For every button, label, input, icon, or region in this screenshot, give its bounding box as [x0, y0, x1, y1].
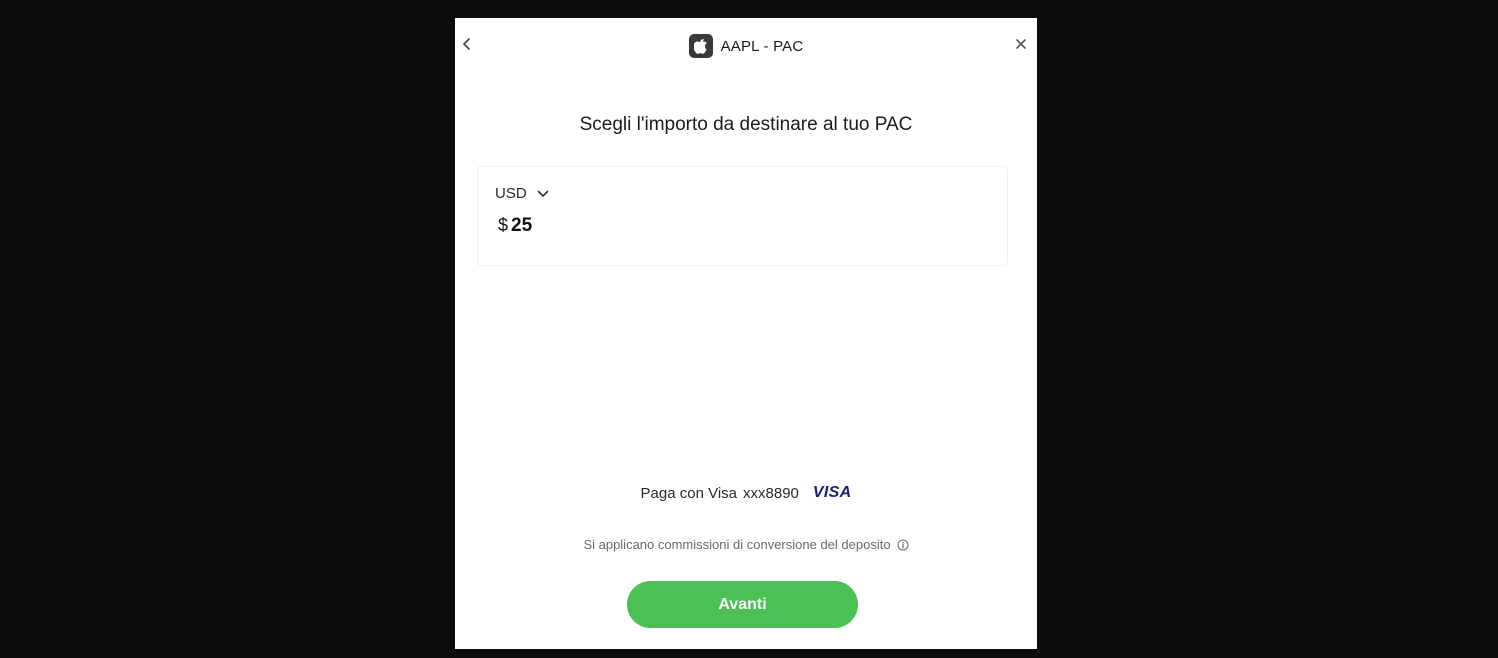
info-icon: [897, 539, 909, 550]
currency-dropdown[interactable]: USD: [495, 185, 549, 202]
payment-label: Paga con Visa: [640, 484, 738, 502]
currency-symbol: $: [498, 215, 509, 235]
next-button[interactable]: Avanti: [627, 581, 858, 628]
modal-title: AAPL - PAC: [720, 37, 804, 55]
apple-icon: [693, 39, 707, 54]
info-button[interactable]: [897, 539, 909, 551]
stock-logo: [688, 34, 713, 58]
card-number: xxx8890: [743, 484, 799, 502]
close-icon: [1016, 39, 1026, 49]
chevron-down-icon: [537, 190, 548, 197]
fees-note: Si applicano commissioni di conversione …: [455, 537, 1037, 552]
amount-input[interactable]: $ 25: [498, 215, 532, 237]
close-button[interactable]: [1011, 34, 1031, 54]
visa-logo: VISA: [812, 484, 852, 501]
payment-method[interactable]: Paga con Visa xxx8890 VISA: [455, 484, 1037, 502]
page-title: Scegli l'importo da destinare al tuo PAC: [579, 114, 913, 135]
amount-value: 25: [511, 215, 533, 236]
pac-modal: AAPL - PAC Scegli l'importo da destinare…: [455, 18, 1037, 649]
fees-text: Si applicano commissioni di conversione …: [583, 537, 891, 552]
amount-card: USD $ 25: [477, 166, 1008, 266]
modal-header: AAPL - PAC: [455, 33, 1037, 59]
currency-label: USD: [495, 185, 527, 202]
